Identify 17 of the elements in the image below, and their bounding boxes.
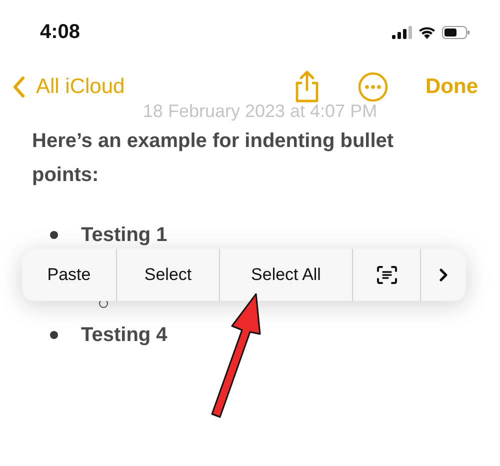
- wifi-icon: [418, 26, 436, 38]
- status-time: 4:08: [40, 20, 80, 44]
- more-icon[interactable]: [358, 72, 388, 102]
- chevron-left-icon: [12, 76, 26, 98]
- bullet-icon: [50, 231, 58, 239]
- menu-item[interactable]: Select: [117, 249, 220, 301]
- note-paragraph: Here’s an example for indenting bullet points:: [32, 129, 395, 188]
- battery-icon: [442, 26, 470, 38]
- share-icon[interactable]: [294, 70, 320, 103]
- note-date: 18 February 2023 at 4:07 PM: [142, 101, 378, 122]
- bullet-text: Testing 1: [81, 224, 168, 246]
- chevron-right-icon: [439, 268, 448, 282]
- signal-icon: [392, 26, 412, 38]
- scan-text-icon: [376, 266, 396, 284]
- menu-item[interactable]: Paste: [22, 249, 117, 301]
- bullet-icon: [50, 331, 58, 339]
- bullet-text: Testing 4: [81, 324, 168, 346]
